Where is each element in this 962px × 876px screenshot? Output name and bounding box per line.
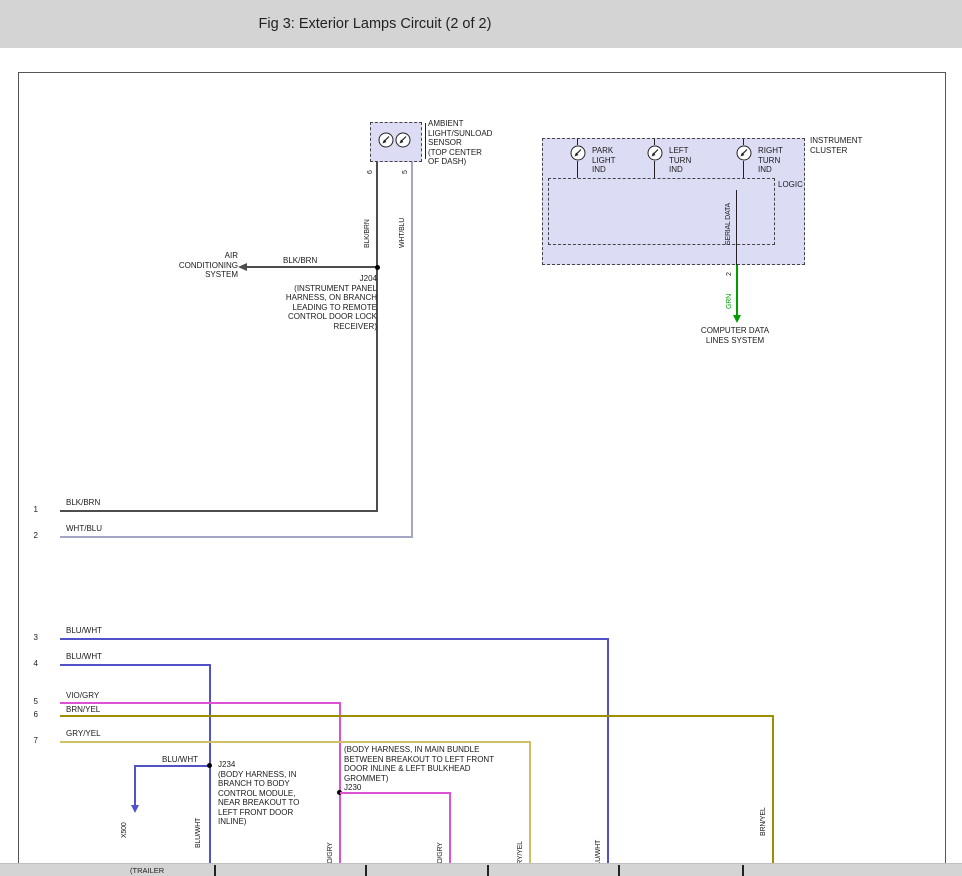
pin-number-3: 3: [24, 633, 38, 643]
pin-number-6: 6: [24, 710, 38, 720]
wire-label: VIO/GRY: [66, 691, 99, 701]
left-turn-ind-label: LEFT TURN IND: [669, 146, 691, 175]
wire-label-blu-wht: BLU/WHT: [195, 796, 203, 848]
wire-blu-wht-x500-drop: [134, 765, 136, 807]
pin-number-4: 4: [24, 659, 38, 669]
indicator-lamp-icon: [570, 145, 586, 161]
next-figure-mark: [365, 865, 367, 876]
lamp-stub: [577, 161, 578, 178]
logic-box: [548, 178, 775, 245]
photo-sensor-icon: [395, 132, 411, 148]
lamp-stub: [654, 161, 655, 178]
next-figure-mark: [487, 865, 489, 876]
wire-wht-blu-pin2: [60, 536, 413, 538]
wire-vio-gry-j230-branch: [340, 792, 451, 794]
branch-wire-label: BLK/BRN: [283, 256, 317, 266]
wire-blu-wht-pin3: [60, 638, 609, 640]
indicator-lamp-icon: [736, 145, 752, 161]
serial-data-line: [736, 190, 737, 265]
wire-label-gry-yel: GRY/YEL: [517, 810, 525, 870]
wire-label-vio-gry: VIO/GRY: [327, 810, 335, 870]
instrument-cluster-label: INSTRUMENT CLUSTER: [810, 136, 862, 155]
wire-vio-gry-pin5-vertical: [339, 702, 341, 876]
j234-branch-wire-label: BLU/WHT: [162, 755, 198, 765]
sensor-pin-5: 5: [402, 164, 410, 174]
arrowhead-down-icon: [733, 315, 741, 323]
wiring-diagram-page: Fig 3: Exterior Lamps Circuit (2 of 2) A…: [0, 0, 962, 876]
next-figure-mark: [618, 865, 620, 876]
sensor-pin-6: 6: [367, 164, 375, 174]
wire-blk-brn-pin1: [60, 510, 378, 512]
wire-grn-vertical: [736, 265, 738, 317]
wire-gry-yel-pin7-vertical: [529, 741, 531, 876]
wire-brn-yel-pin6: [60, 715, 774, 717]
wire-gry-yel-pin7: [60, 741, 531, 743]
wire-label: WHT/BLU: [66, 524, 102, 534]
wire-label-brn-yel: BRN/YEL: [760, 780, 768, 836]
junction-dot: [375, 265, 380, 270]
wire-blu-wht-pin4-vertical: [209, 664, 211, 876]
pin-number-2: 2: [24, 531, 38, 541]
ambient-sensor-label: AMBIENT LIGHT/SUNLOAD SENSOR (TOP CENTER…: [428, 119, 492, 167]
wire-label-grn: GRN: [726, 285, 734, 309]
wire-blu-wht-pin3-vertical: [607, 638, 609, 876]
wire-label: BLK/BRN: [66, 498, 100, 508]
figure-title: Fig 3: Exterior Lamps Circuit (2 of 2): [259, 16, 492, 32]
serial-data-label: SERIAL DATA: [725, 190, 733, 245]
j230-note: (BODY HARNESS, IN MAIN BUNDLE BETWEEN BR…: [344, 745, 494, 783]
next-figure-text-fragment: (TRAILER: [130, 866, 164, 875]
label-bracket: [425, 123, 426, 159]
cluster-pin-2: 2: [726, 266, 734, 276]
wire-wht-blu-vertical: [411, 162, 413, 538]
wire-blu-wht-j234-branch: [135, 765, 211, 767]
wire-label: BLU/WHT: [66, 626, 102, 636]
ac-system-label: AIR CONDITIONING SYSTEM: [140, 251, 238, 280]
connector-x500-label: X500: [121, 810, 129, 838]
j204-note: J204 (INSTRUMENT PANEL HARNESS, ON BRANC…: [235, 274, 377, 331]
indicator-lamp-icon: [647, 145, 663, 161]
wire-label: BLU/WHT: [66, 652, 102, 662]
computer-data-lines-label: COMPUTER DATA LINES SYSTEM: [685, 326, 785, 345]
j234-note: J234 (BODY HARNESS, IN BRANCH TO BODY CO…: [218, 760, 299, 827]
pin-number-1: 1: [24, 505, 38, 515]
wire-blk-brn-vertical: [376, 162, 378, 511]
park-light-ind-label: PARK LIGHT IND: [592, 146, 616, 175]
wire-label-wht-blu: WHT/BLU: [399, 202, 407, 248]
next-figure-mark: [214, 865, 216, 876]
wire-vio-gry-pin5: [60, 702, 341, 704]
wire-label-blu-wht: BLU/WHT: [595, 810, 603, 870]
wire-label: GRY/YEL: [66, 729, 101, 739]
photo-sensor-icon: [378, 132, 394, 148]
pin-number-7: 7: [24, 736, 38, 746]
next-figure-mark: [742, 865, 744, 876]
wire-label-vio-gry: VIO/GRY: [437, 810, 445, 870]
wire-blk-brn-branch: [246, 266, 377, 268]
wire-label-blk-brn: BLK/BRN: [364, 202, 372, 248]
junction-dot: [207, 763, 212, 768]
figure-title-bar: Fig 3: Exterior Lamps Circuit (2 of 2): [0, 0, 962, 48]
logic-label: LOGIC: [778, 180, 803, 190]
wire-label: BRN/YEL: [66, 705, 100, 715]
right-turn-ind-label: RIGHT TURN IND: [758, 146, 783, 175]
arrowhead-down-icon: [131, 805, 139, 813]
lamp-stub: [743, 161, 744, 178]
wire-blu-wht-pin4: [60, 664, 211, 666]
pin-number-5: 5: [24, 697, 38, 707]
wire-brn-yel-pin6-vertical: [772, 715, 774, 876]
